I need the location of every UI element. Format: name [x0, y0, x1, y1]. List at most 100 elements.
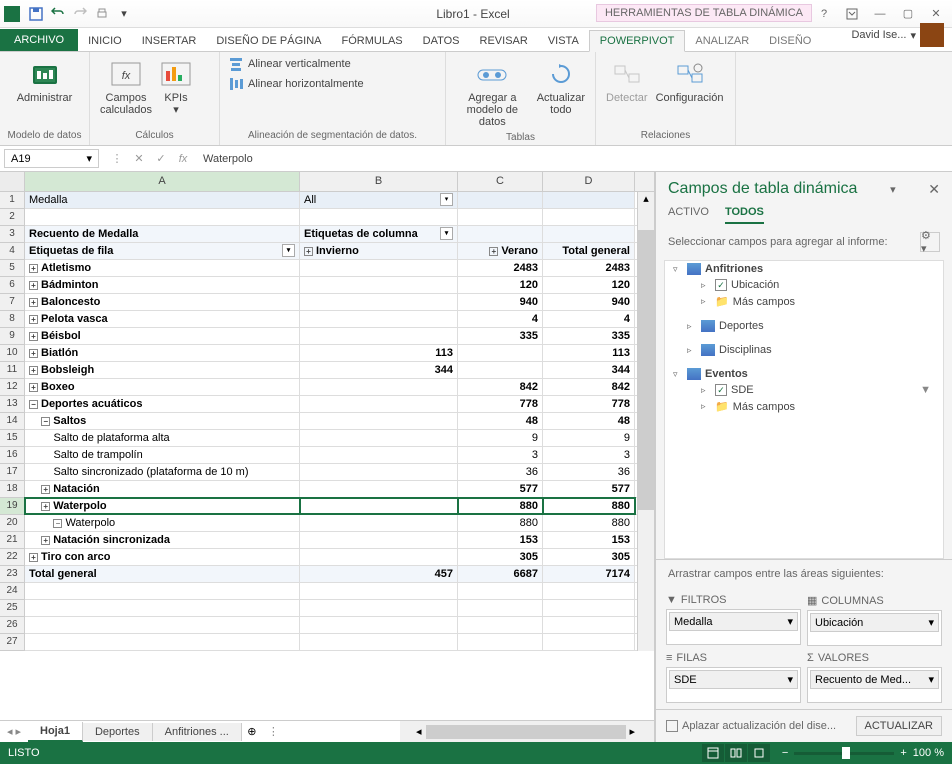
cell[interactable]: 2483 [458, 260, 543, 276]
table-row[interactable] [25, 583, 637, 600]
cell[interactable] [300, 294, 458, 310]
cell[interactable] [300, 515, 458, 531]
cell[interactable]: 880 [458, 498, 543, 514]
defer-checkbox[interactable]: Aplazar actualización del dise... [666, 720, 836, 732]
cell[interactable] [458, 345, 543, 361]
cell[interactable]: −Saltos [25, 413, 300, 429]
save-button[interactable] [26, 4, 46, 24]
table-row[interactable] [25, 634, 637, 651]
tab-data[interactable]: DATOS [413, 31, 470, 51]
field-sde[interactable]: ▹✓SDE▼ [673, 382, 935, 398]
cell[interactable]: 113 [300, 345, 458, 361]
table-row[interactable]: −Waterpolo880880 [25, 515, 637, 532]
field-ubicacion[interactable]: ▹✓Ubicación [673, 277, 935, 293]
help-button[interactable]: ? [812, 4, 836, 24]
print-button[interactable] [92, 4, 112, 24]
filter-button[interactable]: ▾ [440, 227, 453, 240]
table-row[interactable]: +Atletismo24832483 [25, 260, 637, 277]
zoom-control[interactable]: − + 100 % [782, 747, 944, 759]
cancel-icon[interactable]: ✕ [129, 149, 149, 169]
tab-design[interactable]: DISEÑO [759, 31, 821, 51]
tab-view[interactable]: VISTA [538, 31, 589, 51]
field-anfitriones[interactable]: ▿Anfitriones [673, 261, 935, 277]
row-header[interactable]: 22 [0, 549, 25, 566]
cell[interactable]: 344 [543, 362, 635, 378]
detect-button[interactable]: Detectar [602, 54, 652, 108]
tab-page-layout[interactable]: DISEÑO DE PÁGINA [206, 31, 331, 51]
expand-icon[interactable]: + [304, 247, 313, 256]
close-pane-button[interactable]: ✕ [928, 181, 940, 198]
cell[interactable]: +Tiro con arco [25, 549, 300, 565]
cell[interactable]: Etiquetas de columna▾ [300, 226, 458, 242]
checkbox-checked-icon[interactable]: ✓ [715, 384, 727, 396]
table-row[interactable]: Salto de plataforma alta99 [25, 430, 637, 447]
fx-button[interactable]: fx [173, 149, 193, 169]
expand-icon[interactable]: + [29, 315, 38, 324]
cell[interactable]: 940 [458, 294, 543, 310]
expand-icon[interactable]: + [41, 485, 50, 494]
zoom-out-button[interactable]: − [782, 747, 788, 759]
cell[interactable] [300, 447, 458, 463]
cell[interactable]: +Biatlón [25, 345, 300, 361]
table-row[interactable]: Salto sincronizado (plataforma de 10 m)3… [25, 464, 637, 481]
cell[interactable] [543, 583, 635, 599]
cell[interactable]: 335 [458, 328, 543, 344]
table-row[interactable] [25, 600, 637, 617]
row-header[interactable]: 11 [0, 362, 25, 379]
sheet-nav[interactable]: ◂ ▸ [0, 721, 28, 742]
cell[interactable] [25, 634, 300, 650]
area-item[interactable]: Medalla▾ [669, 612, 798, 631]
cell[interactable] [300, 549, 458, 565]
expand-icon[interactable]: − [29, 400, 38, 409]
cell[interactable] [458, 362, 543, 378]
row-header[interactable]: 14 [0, 413, 25, 430]
table-row[interactable]: +Boxeo842842 [25, 379, 637, 396]
cell[interactable]: 457 [300, 566, 458, 582]
table-row[interactable]: +Bobsleigh344344 [25, 362, 637, 379]
row-header[interactable]: 25 [0, 600, 25, 617]
select-all-corner[interactable] [0, 172, 25, 191]
cell[interactable]: 3 [543, 447, 635, 463]
cell[interactable]: +Bobsleigh [25, 362, 300, 378]
checkbox-checked-icon[interactable]: ✓ [715, 279, 727, 291]
table-row[interactable]: Recuento de MedallaEtiquetas de columna▾ [25, 226, 637, 243]
cell[interactable]: +Pelota vasca [25, 311, 300, 327]
cell[interactable]: 577 [458, 481, 543, 497]
table-row[interactable]: +Waterpolo880880 [25, 498, 637, 515]
cell[interactable]: 153 [543, 532, 635, 548]
row-header[interactable]: 19 [0, 498, 25, 515]
col-header-a[interactable]: A [25, 172, 300, 191]
columns-drop[interactable]: Ubicación▾ [807, 610, 942, 646]
cell[interactable] [543, 617, 635, 633]
cell[interactable]: +Invierno [300, 243, 458, 259]
expand-icon[interactable]: + [29, 264, 38, 273]
cell[interactable]: 48 [543, 413, 635, 429]
row-header[interactable]: 10 [0, 345, 25, 362]
view-normal-button[interactable] [702, 744, 724, 762]
cell[interactable]: +Baloncesto [25, 294, 300, 310]
cell[interactable] [300, 498, 458, 514]
row-header[interactable]: 16 [0, 447, 25, 464]
cell[interactable]: +Atletismo [25, 260, 300, 276]
kpis-button[interactable]: KPIs▾ [156, 54, 196, 120]
cell[interactable]: 7174 [543, 566, 635, 582]
user-account[interactable]: David Ise...▾ [843, 19, 952, 51]
cell[interactable]: Total general [25, 566, 300, 582]
cell[interactable]: 305 [458, 549, 543, 565]
row-header[interactable]: 8 [0, 311, 25, 328]
cell[interactable] [458, 209, 543, 225]
tab-insert[interactable]: INSERTAR [132, 31, 207, 51]
expand-icon[interactable]: + [29, 383, 38, 392]
table-row[interactable]: MedallaAll▾ [25, 192, 637, 209]
col-header-d[interactable]: D [543, 172, 635, 191]
table-row[interactable]: +Tiro con arco305305 [25, 549, 637, 566]
cell[interactable] [300, 209, 458, 225]
cell[interactable] [300, 583, 458, 599]
row-header[interactable]: 1 [0, 192, 25, 209]
row-header[interactable]: 3 [0, 226, 25, 243]
row-header[interactable]: 17 [0, 464, 25, 481]
cell[interactable]: 9 [458, 430, 543, 446]
cell[interactable] [458, 617, 543, 633]
row-header[interactable]: 20 [0, 515, 25, 532]
cell[interactable]: 880 [543, 498, 635, 514]
